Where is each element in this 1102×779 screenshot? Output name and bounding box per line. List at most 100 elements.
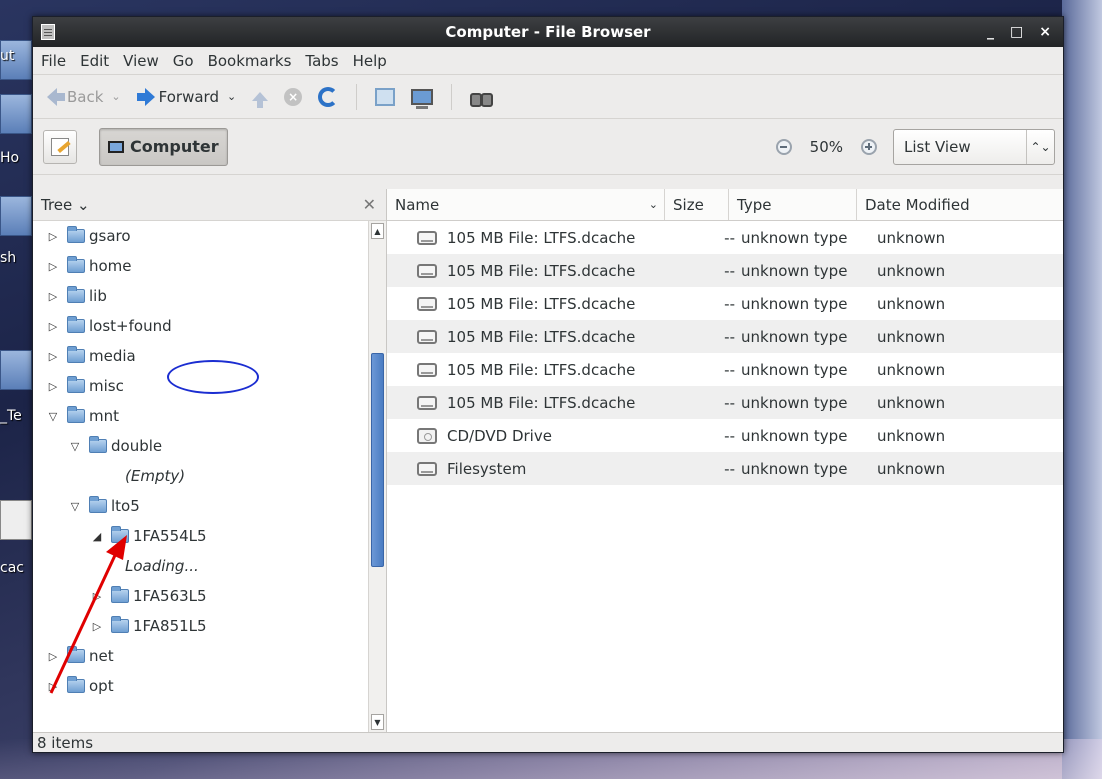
file-browser-window: Computer - File Browser _ □ × File Edit … xyxy=(32,16,1064,753)
column-size[interactable]: Size xyxy=(665,189,729,220)
file-size: -- xyxy=(724,360,735,379)
expander-icon[interactable]: ▷ xyxy=(91,590,103,603)
tree-item[interactable]: Loading... xyxy=(33,551,368,581)
tree-item[interactable]: ▷ lost+found xyxy=(33,311,368,341)
column-size-label: Size xyxy=(673,195,704,214)
tree-item[interactable]: ▷ lib xyxy=(33,281,368,311)
column-name-label: Name xyxy=(395,195,440,214)
back-label: Back xyxy=(67,87,104,106)
expander-icon[interactable]: ◢ xyxy=(91,530,103,543)
close-button[interactable]: × xyxy=(1039,24,1051,40)
tree-item[interactable]: ▷ net xyxy=(33,641,368,671)
tree-item-label: lto5 xyxy=(111,497,140,515)
column-type[interactable]: Type xyxy=(729,189,857,220)
titlebar[interactable]: Computer - File Browser _ □ × xyxy=(33,17,1063,47)
expander-icon[interactable]: ▷ xyxy=(47,380,59,393)
tree-item[interactable]: ▽ mnt xyxy=(33,401,368,431)
window-menu-icon[interactable] xyxy=(41,24,55,40)
file-name-cell: Filesystem xyxy=(387,452,665,485)
menu-file[interactable]: File xyxy=(41,52,66,70)
menu-go[interactable]: Go xyxy=(173,52,194,70)
file-row[interactable]: 105 MB File: LTFS.dcache -- unknown type un… xyxy=(387,287,1063,320)
home-button[interactable] xyxy=(369,81,401,113)
folder-icon xyxy=(67,346,85,363)
back-button[interactable]: Back ⌄ xyxy=(41,81,127,113)
expander-icon[interactable]: ▽ xyxy=(69,500,81,513)
sidebar-scrollbar[interactable]: ▲ ▼ xyxy=(368,221,386,732)
breadcrumb-computer[interactable]: Computer xyxy=(99,127,228,166)
scroll-up-icon[interactable]: ▲ xyxy=(371,223,384,239)
tree-item-label: 1FA563L5 xyxy=(133,587,207,605)
sidebar-close-icon[interactable]: ✕ xyxy=(363,195,376,214)
sidebar-mode-label: Tree xyxy=(41,195,73,214)
expander-icon[interactable]: ▷ xyxy=(47,650,59,663)
menu-view[interactable]: View xyxy=(123,52,159,70)
expander-icon[interactable]: ▷ xyxy=(47,680,59,693)
tree-item[interactable]: ▷ opt xyxy=(33,671,368,701)
stop-button[interactable]: × xyxy=(278,81,308,113)
expander-icon[interactable]: ▽ xyxy=(69,440,81,453)
file-name-cell: CD/DVD Drive xyxy=(387,419,665,452)
computer-button[interactable] xyxy=(405,81,439,113)
file-row[interactable]: 105 MB File: LTFS.dcache -- unknown type un… xyxy=(387,254,1063,287)
desktop-icon-trash[interactable] xyxy=(0,196,32,236)
file-row[interactable]: 105 MB File: LTFS.dcache -- unknown type un… xyxy=(387,386,1063,419)
tree-item[interactable]: ▷ home xyxy=(33,251,368,281)
view-mode-select[interactable]: List View ⌃⌄ xyxy=(893,128,1055,165)
desktop-icon-home[interactable] xyxy=(0,94,32,134)
menu-edit[interactable]: Edit xyxy=(80,52,109,70)
expander-icon[interactable]: ▷ xyxy=(47,320,59,333)
file-row[interactable]: 105 MB File: LTFS.dcache -- unknown type un… xyxy=(387,320,1063,353)
toolbar-separator xyxy=(356,83,358,110)
expander-icon[interactable]: ▽ xyxy=(47,410,59,423)
expander-icon[interactable]: ▷ xyxy=(47,260,59,273)
column-date-modified[interactable]: Date Modified xyxy=(857,189,1063,220)
expander-icon[interactable]: ▷ xyxy=(47,230,59,243)
tree-item[interactable]: ▽ lto5 xyxy=(33,491,368,521)
expander-icon[interactable]: ▷ xyxy=(47,350,59,363)
minimize-button[interactable]: _ xyxy=(987,24,994,40)
up-button[interactable] xyxy=(246,81,274,113)
tree-item[interactable]: (Empty) xyxy=(33,461,368,491)
sidebar-mode-select[interactable]: Tree ⌄ xyxy=(41,196,90,214)
search-button[interactable] xyxy=(464,81,498,113)
menu-bookmarks[interactable]: Bookmarks xyxy=(208,52,292,70)
folder-icon xyxy=(67,286,85,303)
location-bar: Computer 50% List View ⌃⌄ xyxy=(33,119,1063,175)
status-text: 8 items xyxy=(37,733,94,752)
folder-icon xyxy=(67,406,85,423)
zoom-in-icon[interactable] xyxy=(861,138,877,155)
file-meta-cells: -- unknown type unknown xyxy=(665,320,1063,353)
file-row[interactable]: 105 MB File: LTFS.dcache -- unknown type un… xyxy=(387,221,1063,254)
tree-item[interactable]: ▷ gsaro xyxy=(33,221,368,251)
desktop-icon-disc[interactable] xyxy=(0,500,32,540)
folder-icon xyxy=(111,526,129,543)
reload-button[interactable] xyxy=(312,81,344,113)
desktop-icon-text[interactable] xyxy=(0,350,32,390)
tree-item[interactable]: ▷ 1FA563L5 xyxy=(33,581,368,611)
column-name[interactable]: Name ⌄ xyxy=(387,189,665,220)
chevron-down-icon[interactable]: ⌄ xyxy=(227,90,236,103)
forward-button[interactable]: Forward ⌄ xyxy=(131,81,243,113)
file-row[interactable]: 105 MB File: LTFS.dcache -- unknown type un… xyxy=(387,353,1063,386)
scroll-thumb[interactable] xyxy=(371,353,384,567)
menu-tabs[interactable]: Tabs xyxy=(305,52,338,70)
tree-item-label: gsaro xyxy=(89,227,131,245)
menu-help[interactable]: Help xyxy=(353,52,387,70)
file-name: 105 MB File: LTFS.dcache xyxy=(447,294,636,313)
maximize-button[interactable]: □ xyxy=(1010,24,1023,40)
tree-item[interactable]: ◢ 1FA554L5 xyxy=(33,521,368,551)
expander-icon[interactable]: ▷ xyxy=(47,290,59,303)
file-row[interactable]: CD/DVD Drive -- unknown type unknown xyxy=(387,419,1063,452)
tree-item-label: lost+found xyxy=(89,317,172,335)
toggle-location-entry-button[interactable] xyxy=(43,129,77,164)
tree-item[interactable]: ▽ double xyxy=(33,431,368,461)
expander-icon[interactable]: ▷ xyxy=(91,620,103,633)
menubar: File Edit View Go Bookmarks Tabs Help xyxy=(33,47,1063,75)
zoom-out-icon[interactable] xyxy=(775,138,792,155)
scroll-down-icon[interactable]: ▼ xyxy=(371,714,384,730)
file-row[interactable]: Filesystem -- unknown type unknown xyxy=(387,452,1063,485)
tree-item[interactable]: ▷ 1FA851L5 xyxy=(33,611,368,641)
drive-icon xyxy=(417,362,437,377)
chevron-down-icon[interactable]: ⌄ xyxy=(111,90,120,103)
